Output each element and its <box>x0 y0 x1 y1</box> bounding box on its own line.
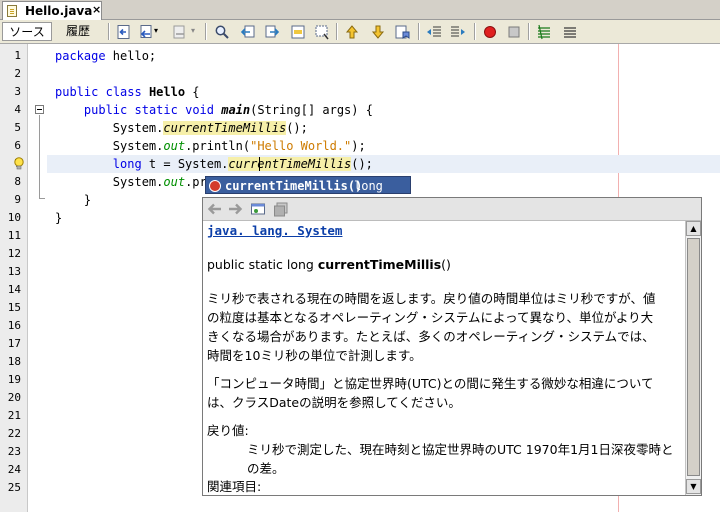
start-macro-recording-icon[interactable] <box>482 24 498 40</box>
editor-tab-strip: Hello.java × <box>0 0 720 20</box>
line-number-gutter: 1 2 3 4 5 6 7 8 9 10 11 12 13 14 15 16 1… <box>0 44 28 512</box>
line-number: 19 <box>7 373 21 386</box>
line-number: 21 <box>7 409 21 422</box>
static-method-icon <box>209 180 221 192</box>
shift-right-icon[interactable] <box>450 24 466 40</box>
javadoc-toolbar <box>203 198 701 221</box>
code-line-9[interactable]: } <box>55 191 91 209</box>
description-line: は、クラスDateの説明を参照してください。 <box>207 395 461 410</box>
fold-guide <box>39 115 40 199</box>
completion-return-type: long <box>354 179 383 193</box>
line-number: 25 <box>7 481 21 494</box>
rectangular-selection-icon[interactable] <box>314 24 330 40</box>
description-line: きくなる場合があります。たとえば、多くのオペレーティング・システムでは、 <box>207 329 655 344</box>
uncomment-icon[interactable] <box>562 24 578 40</box>
open-in-browser-icon[interactable] <box>250 201 266 217</box>
completion-method-name: currentTimeMillis() <box>225 179 363 193</box>
line-number: 14 <box>7 283 21 296</box>
code-line-3[interactable]: public class Hello { <box>55 83 200 101</box>
code-completion-item[interactable]: currentTimeMillis() long <box>205 176 411 194</box>
line-number: 10 <box>7 211 21 224</box>
source-tab-button[interactable]: ソース <box>2 22 52 41</box>
code-line-10[interactable]: } <box>55 209 62 227</box>
next-bookmark-icon[interactable] <box>370 24 386 40</box>
scroll-up-arrow-icon[interactable]: ▲ <box>686 221 701 236</box>
java-file-icon <box>7 5 17 17</box>
returns-text: ミリ秒で測定した、現在時刻と協定世界時のUTC 1970年1月1日深夜零時と <box>247 442 674 457</box>
code-line-6[interactable]: System.out.println("Hello World."); <box>55 137 366 155</box>
line-number: 8 <box>14 175 21 188</box>
scrollbar-thumb[interactable] <box>687 238 700 476</box>
find-previous-icon[interactable] <box>240 24 256 40</box>
method-signature: public static long currentTimeMillis() <box>207 257 451 272</box>
javadoc-scrollbar[interactable]: ▲ ▼ <box>685 221 701 495</box>
text-caret <box>259 157 260 171</box>
line-number: 5 <box>14 121 21 134</box>
line-number: 11 <box>7 229 21 242</box>
forward-icon[interactable] <box>172 24 188 40</box>
close-icon[interactable]: × <box>92 3 101 16</box>
previous-bookmark-icon[interactable] <box>344 24 360 40</box>
line-number: 4 <box>14 103 21 116</box>
line-number: 17 <box>7 337 21 350</box>
line-number: 13 <box>7 265 21 278</box>
fold-guide-end <box>39 198 45 199</box>
returns-label: 戻り値: <box>207 423 249 438</box>
stop-macro-recording-icon[interactable] <box>506 24 522 40</box>
code-line-5[interactable]: System.currentTimeMillis(); <box>55 119 308 137</box>
description-line: ミリ秒で表される現在の時間を返します。戻り値の時間単位はミリ秒ですが、値 <box>207 291 656 306</box>
line-number: 18 <box>7 355 21 368</box>
back-arrow-icon[interactable] <box>207 201 223 217</box>
description-line: 時間を10ミリ秒の単位で計測します。 <box>207 348 422 363</box>
line-number: 6 <box>14 139 21 152</box>
shift-left-icon[interactable] <box>426 24 442 40</box>
code-line-4[interactable]: public static void main(String[] args) { <box>55 101 373 119</box>
javadoc-popup: java. lang. System public static long cu… <box>202 197 702 496</box>
toggle-bookmark-icon[interactable] <box>394 24 410 40</box>
description-line: 「コンピュータ時間」と協定世界時(UTC)との間に発生する微妙な相違について <box>207 376 654 391</box>
line-number: 12 <box>7 247 21 260</box>
code-line-8[interactable]: System.out.pr <box>55 173 207 191</box>
toggle-highlight-icon[interactable] <box>290 24 306 40</box>
scroll-down-arrow-icon[interactable]: ▼ <box>686 479 701 494</box>
history-tab-button[interactable]: 履歴 <box>56 22 100 41</box>
comment-icon[interactable] <box>536 24 552 40</box>
class-link[interactable]: java. lang. System <box>207 221 342 240</box>
find-next-icon[interactable] <box>264 24 280 40</box>
line-number: 9 <box>14 193 21 206</box>
tab-hello-java[interactable]: Hello.java × <box>2 1 102 20</box>
returns-text: の差。 <box>247 461 285 476</box>
line-number: 24 <box>7 463 21 476</box>
line-number: 2 <box>14 67 21 80</box>
editor-toolbar: ソース 履歴 ▾ ▾ <box>0 20 720 44</box>
line-number: 22 <box>7 427 21 440</box>
code-line-1[interactable]: package hello; <box>55 47 156 65</box>
lightbulb-icon[interactable] <box>13 157 25 171</box>
description-line: の粒度は基本となるオペレーティング・システムによって異なり、単位がより大 <box>207 310 654 325</box>
tab-title: Hello.java <box>25 4 93 18</box>
go-to-source-icon[interactable] <box>273 201 289 217</box>
fold-column <box>29 44 47 512</box>
line-number: 20 <box>7 391 21 404</box>
find-icon[interactable] <box>214 24 230 40</box>
line-number: 16 <box>7 319 21 332</box>
chevron-down-icon[interactable]: ▾ <box>191 26 195 35</box>
see-also-label: 関連項目: <box>207 479 262 494</box>
line-number: 15 <box>7 301 21 314</box>
back-icon[interactable] <box>138 24 154 40</box>
chevron-down-icon[interactable]: ▾ <box>154 26 158 35</box>
javadoc-content: java. lang. System public static long cu… <box>203 221 684 495</box>
line-number: 1 <box>14 49 21 62</box>
collapse-fold-icon[interactable] <box>35 105 44 114</box>
last-edit-icon[interactable] <box>116 24 132 40</box>
line-number: 3 <box>14 85 21 98</box>
line-number: 23 <box>7 445 21 458</box>
code-line-7[interactable]: long t = System.currentTimeMillis(); <box>55 155 373 173</box>
forward-arrow-icon[interactable] <box>227 201 243 217</box>
